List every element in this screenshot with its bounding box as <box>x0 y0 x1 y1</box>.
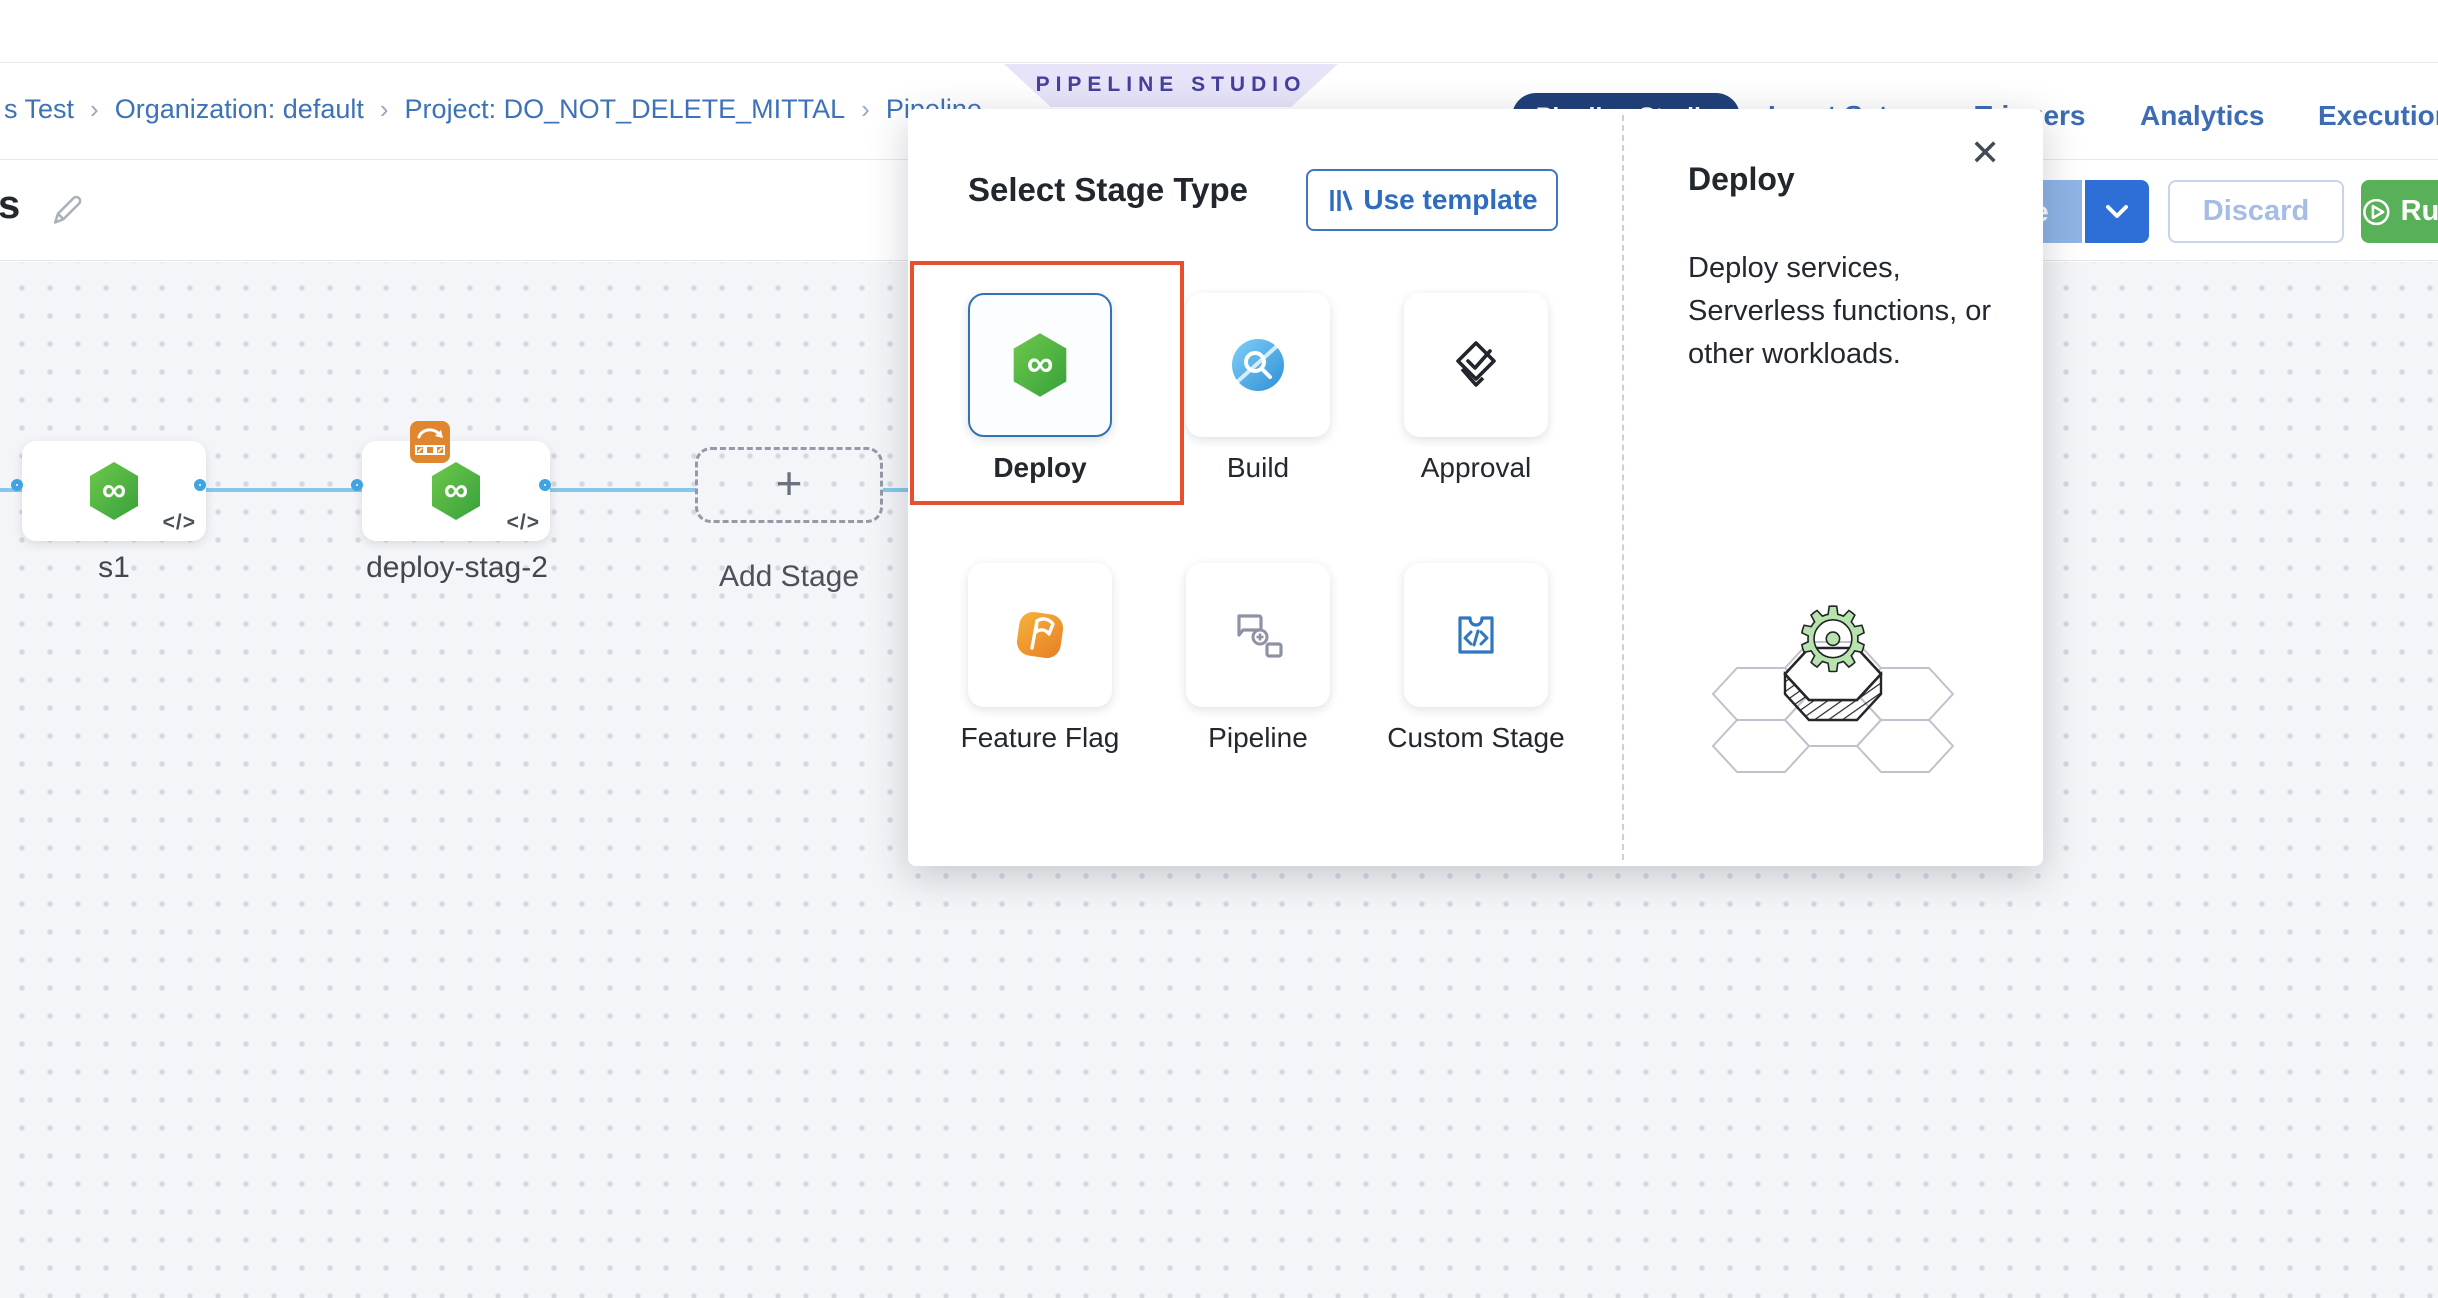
top-nav-strip <box>0 0 2438 63</box>
discard-button[interactable]: Discard <box>2168 180 2344 243</box>
svg-text:∞: ∞ <box>1027 342 1054 384</box>
stage-tile-custom[interactable] <box>1404 563 1548 707</box>
build-ci-icon <box>1229 336 1287 394</box>
feature-flag-icon <box>1009 604 1071 666</box>
stage-node-deploy-stag-2[interactable]: ∞ </> <box>362 441 550 541</box>
code-view-icon[interactable]: </> <box>507 511 540 535</box>
cd-hexagon-icon: ∞ <box>428 460 484 522</box>
node-port[interactable] <box>11 479 23 491</box>
panel-divider <box>1622 115 1624 860</box>
stage-label-feature-flag[interactable]: Feature Flag <box>945 719 1135 757</box>
pipeline-name-partial: s <box>0 183 20 228</box>
custom-stage-code-icon <box>1447 606 1505 664</box>
edge-line <box>205 488 363 492</box>
node-port[interactable] <box>539 479 551 491</box>
node-port[interactable] <box>194 479 206 491</box>
breadcrumb-item-organization[interactable]: Organization: default <box>115 94 364 124</box>
pipeline-chained-stages-icon <box>1229 606 1287 664</box>
svg-text:∞: ∞ <box>102 471 126 509</box>
plus-icon: + <box>776 460 803 506</box>
close-icon[interactable]: ✕ <box>1970 135 2000 171</box>
pipeline-studio-page: ∞ </> ∞ </> s1 deploy-stag-2 + Add Stage <box>0 0 2438 1298</box>
use-template-button[interactable]: Use template <box>1306 169 1558 231</box>
breadcrumb-item-account[interactable]: s Test <box>4 94 74 124</box>
tab-executions[interactable]: Executions <box>2318 100 2438 132</box>
stage-tile-build[interactable] <box>1186 293 1330 437</box>
rolling-deployment-badge-icon <box>410 421 450 463</box>
stage-label-custom[interactable]: Custom Stage <box>1381 719 1571 757</box>
stage-panel-description: Deploy services, Serverless functions, o… <box>1688 247 1993 376</box>
svg-text:∞: ∞ <box>444 471 468 509</box>
deploy-cd-hexagon-icon: ∞ <box>1009 331 1071 399</box>
edge-line <box>883 488 911 492</box>
node-port[interactable] <box>351 479 363 491</box>
add-stage-label: Add Stage <box>695 560 883 594</box>
stage-label-approval[interactable]: Approval <box>1381 449 1571 487</box>
run-button[interactable]: Run <box>2361 180 2438 243</box>
tab-analytics[interactable]: Analytics <box>2140 100 2265 132</box>
breadcrumb-separator: › <box>861 94 870 124</box>
breadcrumb: s Test › Organization: default › Project: DO… <box>4 94 982 125</box>
modal-title: Select Stage Type <box>968 171 1248 209</box>
edit-pencil-icon[interactable] <box>46 190 86 235</box>
breadcrumb-separator: › <box>90 94 99 124</box>
edge-line <box>550 488 696 492</box>
gear-glyph: ⚙ <box>1794 590 1873 689</box>
run-label: Run <box>2401 195 2438 228</box>
code-view-icon[interactable]: </> <box>163 511 196 535</box>
discard-label: Discard <box>2203 195 2309 228</box>
node-label-deploy-stag-2: deploy-stag-2 <box>332 551 582 585</box>
deploy-illustration: ⚙ <box>1673 574 1993 789</box>
stage-node-s1[interactable]: ∞ </> <box>22 441 206 541</box>
save-options-caret-button[interactable] <box>2082 180 2149 243</box>
template-library-icon <box>1326 187 1353 214</box>
stage-panel-title: Deploy <box>1688 161 1795 198</box>
stage-tile-pipeline[interactable] <box>1186 563 1330 707</box>
breadcrumb-separator: › <box>380 94 389 124</box>
select-stage-type-modal: Select Stage Type Use template ∞ <box>908 109 2043 866</box>
cd-hexagon-icon: ∞ <box>86 460 142 522</box>
stage-label-build[interactable]: Build <box>1163 449 1353 487</box>
chevron-down-icon <box>2104 203 2130 221</box>
pipeline-studio-badge: PIPELINE STUDIO <box>1004 64 1338 107</box>
stage-tile-approval[interactable] <box>1404 293 1548 437</box>
approval-check-icon <box>1447 336 1505 394</box>
breadcrumb-item-project[interactable]: Project: DO_NOT_DELETE_MITTAL <box>405 94 846 124</box>
node-label-s1: s1 <box>22 551 206 585</box>
stage-label-deploy[interactable]: Deploy <box>945 449 1135 487</box>
stage-tile-deploy[interactable]: ∞ <box>968 293 1112 437</box>
add-stage-button[interactable]: + <box>695 447 883 523</box>
stage-label-pipeline[interactable]: Pipeline <box>1163 719 1353 757</box>
play-circle-icon <box>2361 194 2392 230</box>
use-template-label: Use template <box>1363 184 1537 216</box>
stage-tile-feature-flag[interactable] <box>968 563 1112 707</box>
